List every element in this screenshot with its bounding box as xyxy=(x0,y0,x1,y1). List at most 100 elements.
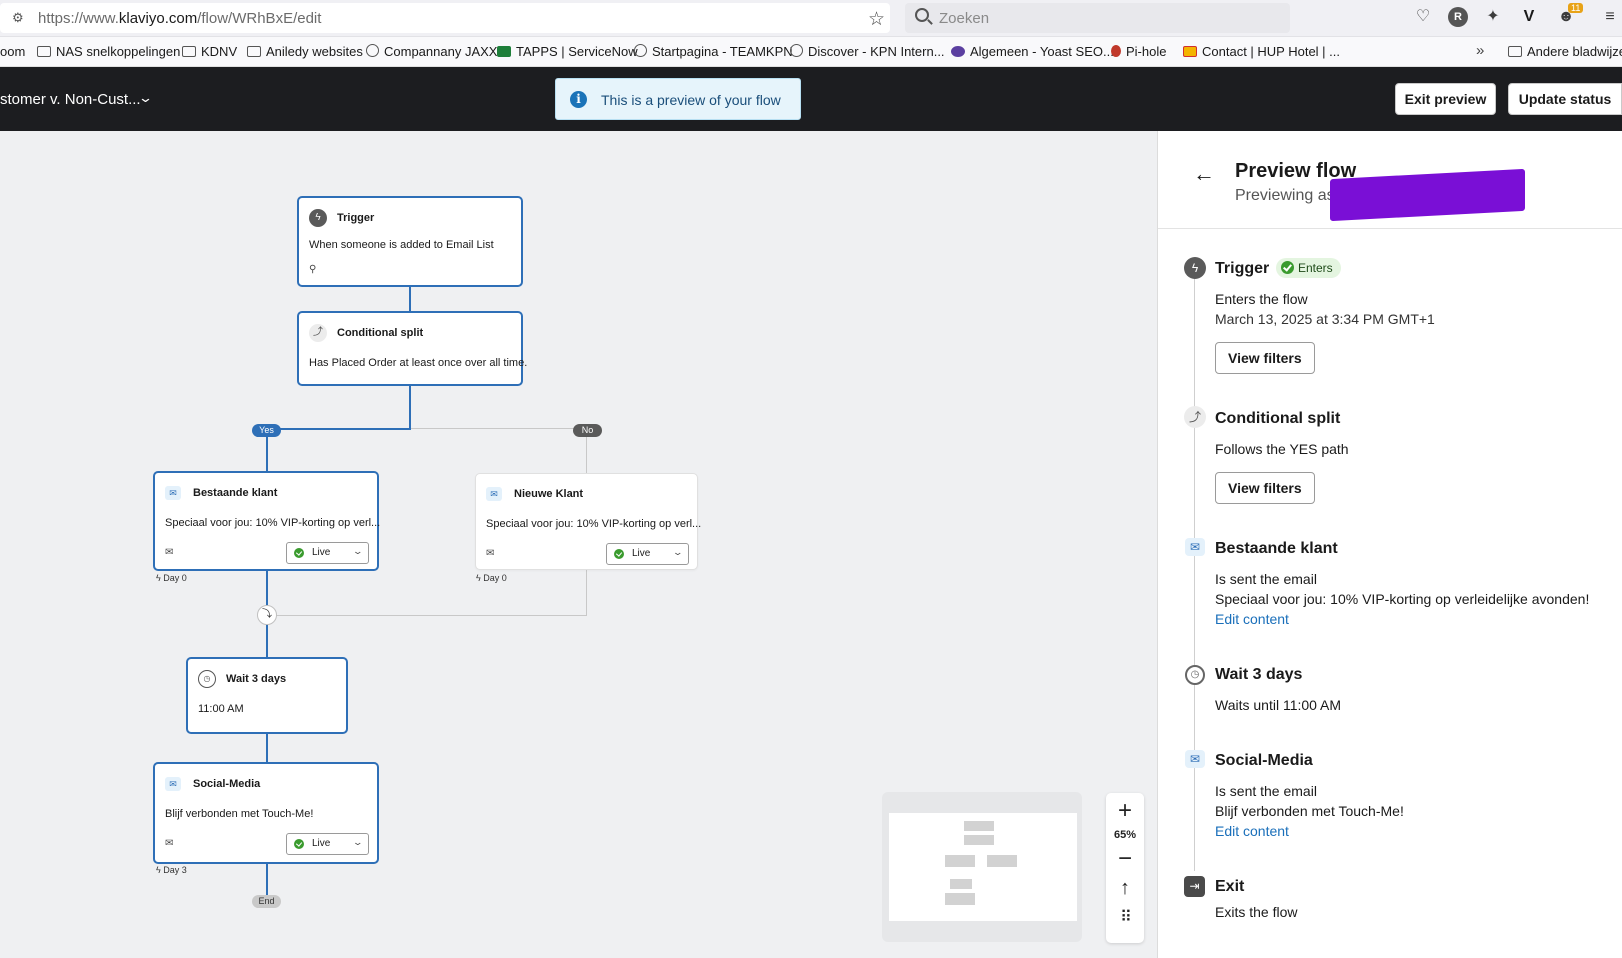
flow-name[interactable]: stomer v. Non-Cust... xyxy=(0,91,141,108)
folder-icon xyxy=(1508,46,1522,57)
folder-icon xyxy=(247,46,261,57)
discover-icon xyxy=(790,44,803,57)
minimap-node xyxy=(987,855,1017,867)
back-arrow-icon[interactable]: ← xyxy=(1193,161,1215,187)
chevron-down-icon: ⌄ xyxy=(352,837,364,847)
vpn-extension-icon[interactable]: V xyxy=(1519,7,1539,27)
email-icon: ✉ xyxy=(1185,538,1205,556)
profile-avatar[interactable]: R xyxy=(1448,7,1468,27)
bookmark-folder-aniledy[interactable]: Aniledy websites xyxy=(247,44,363,59)
menu-icon[interactable]: ≡ xyxy=(1600,7,1620,27)
connector xyxy=(409,285,411,313)
email-subject: Speciaal voor jou: 10% VIP-korting op ve… xyxy=(486,518,702,530)
bookmark-servicenow[interactable]: TAPPS | ServiceNow xyxy=(497,44,638,59)
conditional-split-node[interactable]: ⤴ Conditional split Has Placed Order at … xyxy=(297,311,527,386)
bookmark-star-icon[interactable]: ☆ xyxy=(868,8,885,31)
wait-node[interactable]: ◷ Wait 3 days 11:00 AM xyxy=(186,657,348,734)
step-timestamp: March 13, 2025 at 3:34 PM GMT+1 xyxy=(1215,311,1435,327)
step-title: Social-Media xyxy=(1215,752,1313,769)
email-node-social-media[interactable]: ✉ Social-Media Blijf verbonden met Touch… xyxy=(153,762,379,864)
bookmark-other[interactable]: Andere bladwijzers xyxy=(1508,44,1622,59)
more-bookmarks-icon[interactable]: » xyxy=(1476,42,1484,59)
chevron-down-icon[interactable]: ⌄ xyxy=(138,90,153,106)
connector xyxy=(266,615,587,616)
minimap-node xyxy=(950,879,972,889)
step-title: Bestaande klant xyxy=(1215,540,1338,557)
split-icon: ⤴ xyxy=(309,324,327,342)
pocket-icon[interactable]: ♡ xyxy=(1413,7,1433,27)
bookmark-hup-hotel[interactable]: Contact | HUP Hotel | ... xyxy=(1183,44,1340,59)
status-label: Live xyxy=(312,838,331,849)
bookmark-teamkpn[interactable]: Startpagina - TEAMKPN xyxy=(634,44,793,59)
email-subject: Blijf verbonden met Touch-Me! xyxy=(165,808,314,820)
preview-panel: ← Preview flow Previewing as ϟ Trigger E… xyxy=(1157,131,1622,958)
page-settings-icon[interactable]: ⚙ xyxy=(12,11,28,25)
zoom-out-icon[interactable]: − xyxy=(1106,845,1144,873)
status-select[interactable]: Live ⌄ xyxy=(286,833,369,855)
bookmark-yoast[interactable]: Algemeen - Yoast SEO... xyxy=(951,44,1114,59)
bookmark-discover[interactable]: Discover - KPN Intern... xyxy=(790,44,945,59)
zoom-level: 65% xyxy=(1113,829,1137,841)
status-select[interactable]: Live ⌄ xyxy=(606,543,689,565)
bookmark-item[interactable]: oom xyxy=(0,44,25,59)
connector xyxy=(411,428,587,429)
status-label: Live xyxy=(312,547,331,558)
chevron-down-icon: ⌄ xyxy=(352,546,364,556)
minimap-node xyxy=(964,835,994,845)
day-label: ϟ Day 0 xyxy=(156,573,187,583)
preview-banner: i This is a preview of your flow xyxy=(555,78,801,120)
lightning-icon: ϟ xyxy=(309,209,327,227)
step-title: Conditional split xyxy=(1215,410,1341,427)
grid-icon[interactable]: ⠿ xyxy=(1106,907,1144,927)
trigger-node[interactable]: ϟ Trigger When someone is added to Email… xyxy=(297,196,523,287)
minimap[interactable] xyxy=(882,792,1082,942)
check-icon xyxy=(1281,261,1294,274)
node-description: Has Placed Order at least once over all … xyxy=(309,357,528,369)
email-subject: Speciaal voor jou: 10% VIP-korting op ve… xyxy=(165,517,381,529)
edit-content-link[interactable]: Edit content xyxy=(1215,823,1289,839)
chevron-down-icon: ⌄ xyxy=(672,547,684,557)
email-icon: ✉ xyxy=(165,486,181,500)
node-title: Nieuwe Klant xyxy=(514,488,584,500)
bookmark-folder-nas[interactable]: NAS snelkoppelingen xyxy=(37,44,180,59)
status-select[interactable]: Live ⌄ xyxy=(286,542,369,564)
search-placeholder: Zoeken xyxy=(939,10,990,27)
url-text[interactable]: https://www.klaviyo.com/flow/WRhBxE/edit xyxy=(38,10,321,27)
step-title: Wait 3 days xyxy=(1215,666,1303,683)
extensions-icon[interactable]: ✦ xyxy=(1483,7,1503,27)
node-description: When someone is added to Email List xyxy=(309,239,494,251)
globe-icon xyxy=(634,44,647,57)
email-node-nieuwe-klant[interactable]: ✉ Nieuwe Klant Speciaal voor jou: 10% VI… xyxy=(475,473,702,570)
connector xyxy=(266,866,268,895)
step-title: Exit xyxy=(1215,878,1245,895)
zoom-in-icon[interactable]: + xyxy=(1106,797,1144,825)
previewing-as-label[interactable]: Previewing as xyxy=(1235,187,1335,205)
exit-preview-button[interactable]: Exit preview xyxy=(1395,83,1496,115)
email-subject: Blijf verbonden met Touch-Me! xyxy=(1215,803,1404,819)
search-icon xyxy=(915,8,929,22)
connector xyxy=(586,569,587,616)
view-filters-button[interactable]: View filters xyxy=(1215,472,1315,504)
edit-content-link[interactable]: Edit content xyxy=(1215,611,1289,627)
fit-view-icon[interactable]: ↑ xyxy=(1106,877,1144,900)
node-title: Trigger xyxy=(337,212,375,224)
email-node-bestaande-klant[interactable]: ✉ Bestaande klant Speciaal voor jou: 10%… xyxy=(153,471,381,571)
bookmarks-bar: oom NAS snelkoppelingen KDNV Aniledy web… xyxy=(0,37,1622,67)
clock-icon: ◷ xyxy=(198,670,216,688)
node-title: Wait 3 days xyxy=(226,673,287,685)
update-status-button[interactable]: Update status xyxy=(1508,83,1622,115)
bookmark-pihole[interactable]: Pi-hole xyxy=(1111,44,1166,59)
address-bar[interactable]: ⚙ https://www.klaviyo.com/flow/WRhBxE/ed… xyxy=(0,3,890,33)
folder-icon xyxy=(37,46,51,57)
view-filters-button[interactable]: View filters xyxy=(1215,342,1315,374)
node-title: Conditional split xyxy=(337,327,424,339)
bookmark-compannany[interactable]: Compannany JAXX xyxy=(366,44,497,59)
browser-search-field[interactable]: Zoeken xyxy=(905,3,1290,33)
email-small-icon: ✉ xyxy=(486,548,495,559)
bookmark-folder-kdnv[interactable]: KDNV xyxy=(182,44,237,59)
step-description: Exits the flow xyxy=(1215,904,1298,920)
connector xyxy=(409,385,411,429)
redaction-overlay xyxy=(1330,168,1525,222)
browser-toolbar: ⚙ https://www.klaviyo.com/flow/WRhBxE/ed… xyxy=(0,0,1622,37)
enters-badge: Enters xyxy=(1276,258,1341,278)
